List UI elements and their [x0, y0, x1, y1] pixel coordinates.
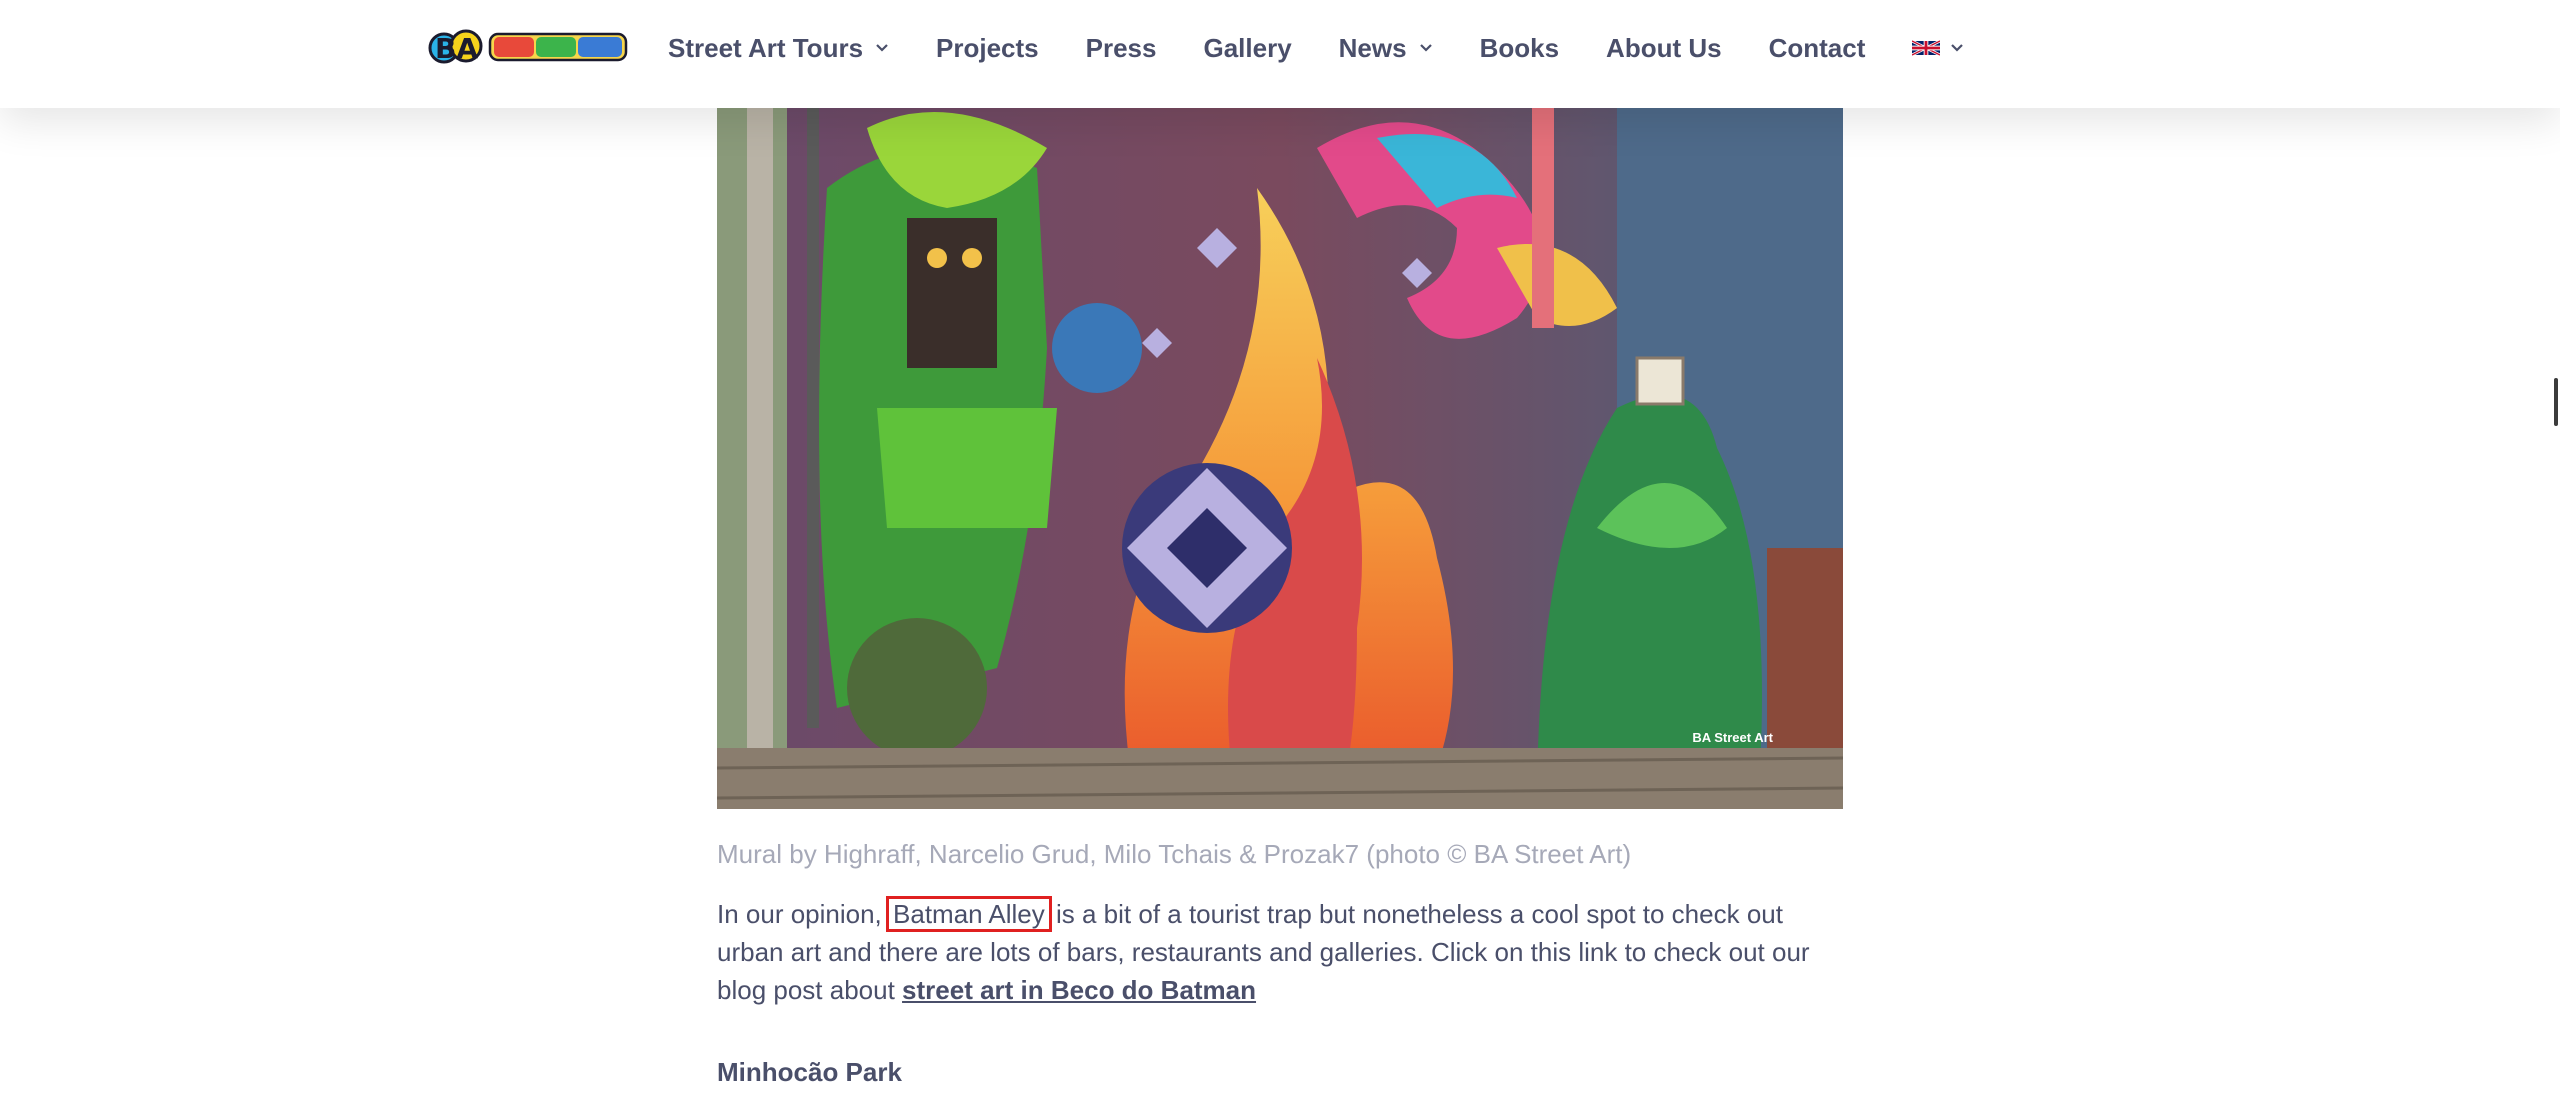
nav-label: News — [1338, 32, 1407, 63]
section-heading: Minhocão Park — [717, 1057, 902, 1087]
nav-label: Gallery — [1203, 32, 1292, 63]
mural-image-icon — [717, 108, 1843, 809]
nav-label: Books — [1479, 32, 1560, 63]
nav-street-art-tours[interactable]: Street Art Tours — [668, 33, 889, 64]
svg-text:BA: BA — [435, 32, 478, 65]
nav-label: Contact — [1768, 32, 1866, 63]
nav-gallery[interactable]: Gallery — [1203, 33, 1291, 64]
site-header: BA Street Art Tours Projects Press Galle… — [0, 0, 2560, 108]
nav-label: Press — [1085, 32, 1157, 63]
chevron-down-icon[interactable] — [1419, 43, 1433, 53]
chevron-down-icon[interactable] — [1950, 43, 1964, 53]
main-nav: Street Art Tours Projects Press Gallery … — [668, 26, 2011, 70]
body-paragraph: In our opinion, Batman Alley is a bit of… — [717, 895, 1843, 1009]
nav-books[interactable]: Books — [1480, 33, 1559, 64]
nav-label: About Us — [1606, 32, 1722, 63]
nav-news[interactable]: News — [1339, 33, 1433, 64]
blog-post-link[interactable]: street art in Beco do Batman — [902, 975, 1256, 1005]
nav-contact[interactable]: Contact — [1769, 33, 1866, 64]
uk-flag-icon — [1912, 39, 1941, 57]
nav-about-us[interactable]: About Us — [1606, 33, 1722, 64]
chevron-down-icon[interactable] — [875, 43, 889, 53]
site-logo[interactable]: BA — [428, 22, 630, 72]
scrollbar-thumb[interactable] — [2554, 378, 2558, 426]
nav-label: Street Art Tours — [668, 32, 864, 63]
ba-street-art-logo-icon: BA — [428, 29, 628, 65]
article-body: BA Street Art Mural by Highraff, Narceli… — [717, 108, 1843, 1088]
mural-photo[interactable]: BA Street Art — [717, 108, 1843, 809]
nav-projects[interactable]: Projects — [936, 33, 1039, 64]
language-switcher[interactable] — [1912, 39, 1964, 57]
highlighted-term: Batman Alley — [886, 896, 1052, 932]
paragraph-text: In our opinion, — [717, 899, 890, 929]
nav-press[interactable]: Press — [1086, 33, 1157, 64]
photo-watermark: BA Street Art — [1692, 730, 1773, 745]
nav-label: Projects — [936, 32, 1039, 63]
photo-caption: Mural by Highraff, Narcelio Grud, Milo T… — [717, 839, 1632, 869]
